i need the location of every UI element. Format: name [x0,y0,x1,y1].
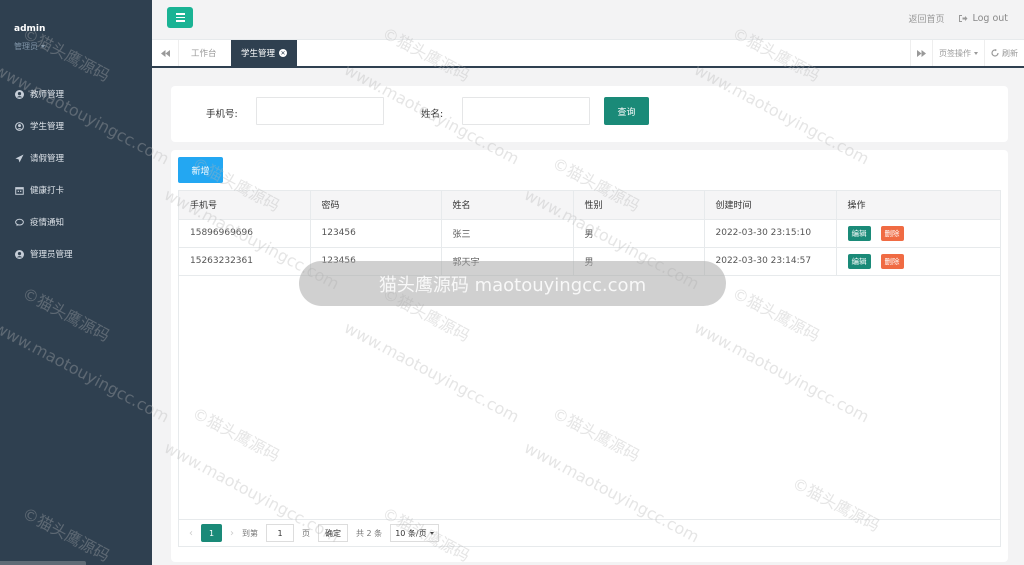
home-link[interactable]: 返回首页 [908,12,944,25]
refresh-button[interactable]: 刷新 [984,40,1024,66]
next-page-icon[interactable]: › [230,528,234,539]
user-circle-icon [14,89,24,99]
table-row[interactable]: 15896969696 123456 张三 男 2022-03-30 23:15… [179,219,1000,248]
page-size-value: 10 条/页 [395,528,427,538]
pagination: ‹ 1 › 到第 1 页 确定 共 2 条 10 条/页 [179,519,1000,546]
phone-label: 手机号: [206,109,238,120]
calendar-icon [14,185,24,195]
sign-out-icon [959,15,968,22]
cell-password: 123456 [310,219,442,248]
column-header[interactable]: 创建时间 [704,191,837,220]
cell-gender: 男 [573,219,705,248]
add-button[interactable]: 新增 [178,157,223,183]
table-header-row: 手机号 密码 姓名 性别 创建时间 操作 [179,191,1000,220]
sidebar-item-teacher[interactable]: 教师管理 [0,78,152,110]
sidebar-item-label: 请假管理 [30,154,65,164]
total-count: 共 2 条 [356,528,383,538]
role-dropdown[interactable]: 管理员 [14,41,138,52]
current-page-button[interactable]: 1 [201,524,222,542]
column-header: 操作 [836,191,1000,220]
page-unit-label: 页 [302,528,310,538]
tab-scroll-left-button[interactable] [152,40,179,66]
sidebar-item-admin[interactable]: 管理员管理 [0,238,152,270]
tab-scroll-right-button[interactable] [910,40,932,66]
caret-down-icon [974,51,978,55]
edit-button[interactable]: 编辑 [847,253,871,269]
close-icon[interactable]: ✕ [279,49,288,57]
logout-link[interactable]: Log out [958,13,1008,24]
sidebar-item-label: 健康打卡 [30,186,65,196]
menu-toggle-button[interactable] [167,7,193,28]
cell-phone: 15263232361 [179,247,311,276]
cell-name: 郭天宇 [441,247,574,276]
sidebar-item-label: 学生管理 [30,122,65,132]
delete-button[interactable]: 删除 [880,225,904,241]
table-panel: 新增 手机号 密码 姓名 性别 创建时间 操作 15896969696 1234… [171,150,1008,562]
tabs-bar: 工作台 学生管理 ✕ 页签操作 刷新 [152,40,1024,68]
logout-label: Log out [972,13,1008,24]
caret-down-icon [41,45,45,48]
comment-icon [14,217,24,227]
cell-created: 2022-03-30 23:14:57 [704,247,837,276]
goto-page-input[interactable]: 1 [266,524,294,542]
paper-plane-icon [14,153,24,163]
cell-phone: 15896969696 [179,219,311,248]
tab-label: 学生管理 [241,49,276,59]
username: admin [14,24,46,34]
refresh-icon [991,49,999,57]
prev-page-icon[interactable]: ‹ [189,528,193,539]
column-header[interactable]: 姓名 [441,191,574,220]
tab-dashboard[interactable]: 工作台 [181,40,227,66]
cell-created: 2022-03-30 23:15:10 [704,219,837,248]
search-panel: 手机号: 姓名: 查询 [171,86,1008,142]
tab-label: 工作台 [191,49,217,59]
sidebar-item-label: 疫情通知 [30,218,65,228]
search-button[interactable]: 查询 [604,97,649,125]
goto-confirm-button[interactable]: 确定 [318,524,348,542]
sidebar-item-health[interactable]: 健康打卡 [0,174,152,206]
tab-student-management[interactable]: 学生管理 ✕ [231,40,298,66]
top-navbar: 返回首页 Log out [152,0,1024,40]
tab-options-label: 页签操作 [939,48,971,58]
sidebar-scrollbar[interactable] [0,561,86,565]
sidebar-item-leave[interactable]: 请假管理 [0,142,152,174]
cell-name: 张三 [441,219,574,248]
data-table: 手机号 密码 姓名 性别 创建时间 操作 15896969696 123456 … [178,190,1001,547]
forward-icon [917,49,926,57]
cell-actions: 编辑 删除 [836,219,1000,248]
phone-input[interactable] [256,97,384,125]
table-row[interactable]: 15263232361 123456 郭天宇 男 2022-03-30 23:1… [179,247,1000,276]
goto-label: 到第 [242,528,258,538]
refresh-label: 刷新 [1002,48,1018,58]
cell-gender: 男 [573,247,705,276]
cell-actions: 编辑 删除 [836,247,1000,276]
column-header[interactable]: 密码 [310,191,442,220]
user-circle-o-icon [14,121,24,131]
name-input[interactable] [462,97,590,125]
delete-button[interactable]: 删除 [880,253,904,269]
caret-down-icon [429,531,434,535]
backward-icon [160,49,170,57]
edit-button[interactable]: 编辑 [847,225,871,241]
sidebar-item-label: 管理员管理 [30,250,73,260]
tab-options-dropdown[interactable]: 页签操作 [932,40,984,66]
sidebar-item-student[interactable]: 学生管理 [0,110,152,142]
name-label: 姓名: [421,109,444,120]
user-circle-icon [14,249,24,259]
user-profile: admin 管理员 [0,0,152,78]
cell-password: 123456 [310,247,442,276]
column-header[interactable]: 性别 [573,191,705,220]
column-header[interactable]: 手机号 [179,191,311,220]
page-size-select[interactable]: 10 条/页 [390,524,439,542]
sidebar: admin 管理员 教师管理 学生管理 请假管理 健康打卡 疫情通知 管理员管理 [0,0,152,565]
sidebar-item-label: 教师管理 [30,90,65,100]
role-label: 管理员 [14,42,38,51]
sidebar-item-notice[interactable]: 疫情通知 [0,206,152,238]
